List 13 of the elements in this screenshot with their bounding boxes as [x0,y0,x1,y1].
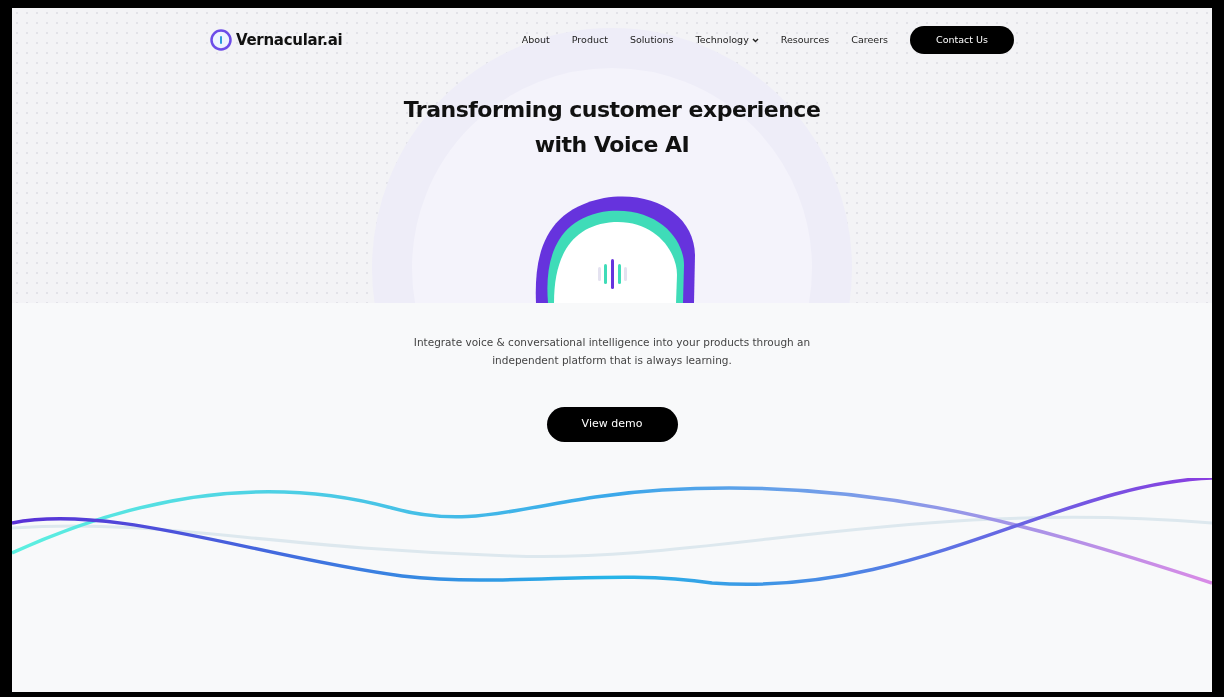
nav-link[interactable]: Technology [695,32,759,48]
hero-title: Transforming customer experience with Voice AI [403,96,821,159]
contact-us-button[interactable]: Contact Us [910,26,1014,54]
nav-link[interactable]: Resources [780,32,830,48]
nav-link[interactable]: About [521,32,550,48]
nav-link[interactable]: Product [571,32,608,48]
logo-icon [210,29,232,51]
view-demo-button[interactable]: View demo [546,407,678,442]
chevron-down-icon [751,37,759,43]
nav-link[interactable]: Careers [851,32,888,48]
logo-text[interactable]: Vernacular.ai [236,28,343,52]
hero-description: Integrate voice & conversational intelligence into your products through an independent platform that is always learning. [412,335,812,368]
nav-link[interactable]: Solutions [629,32,674,48]
